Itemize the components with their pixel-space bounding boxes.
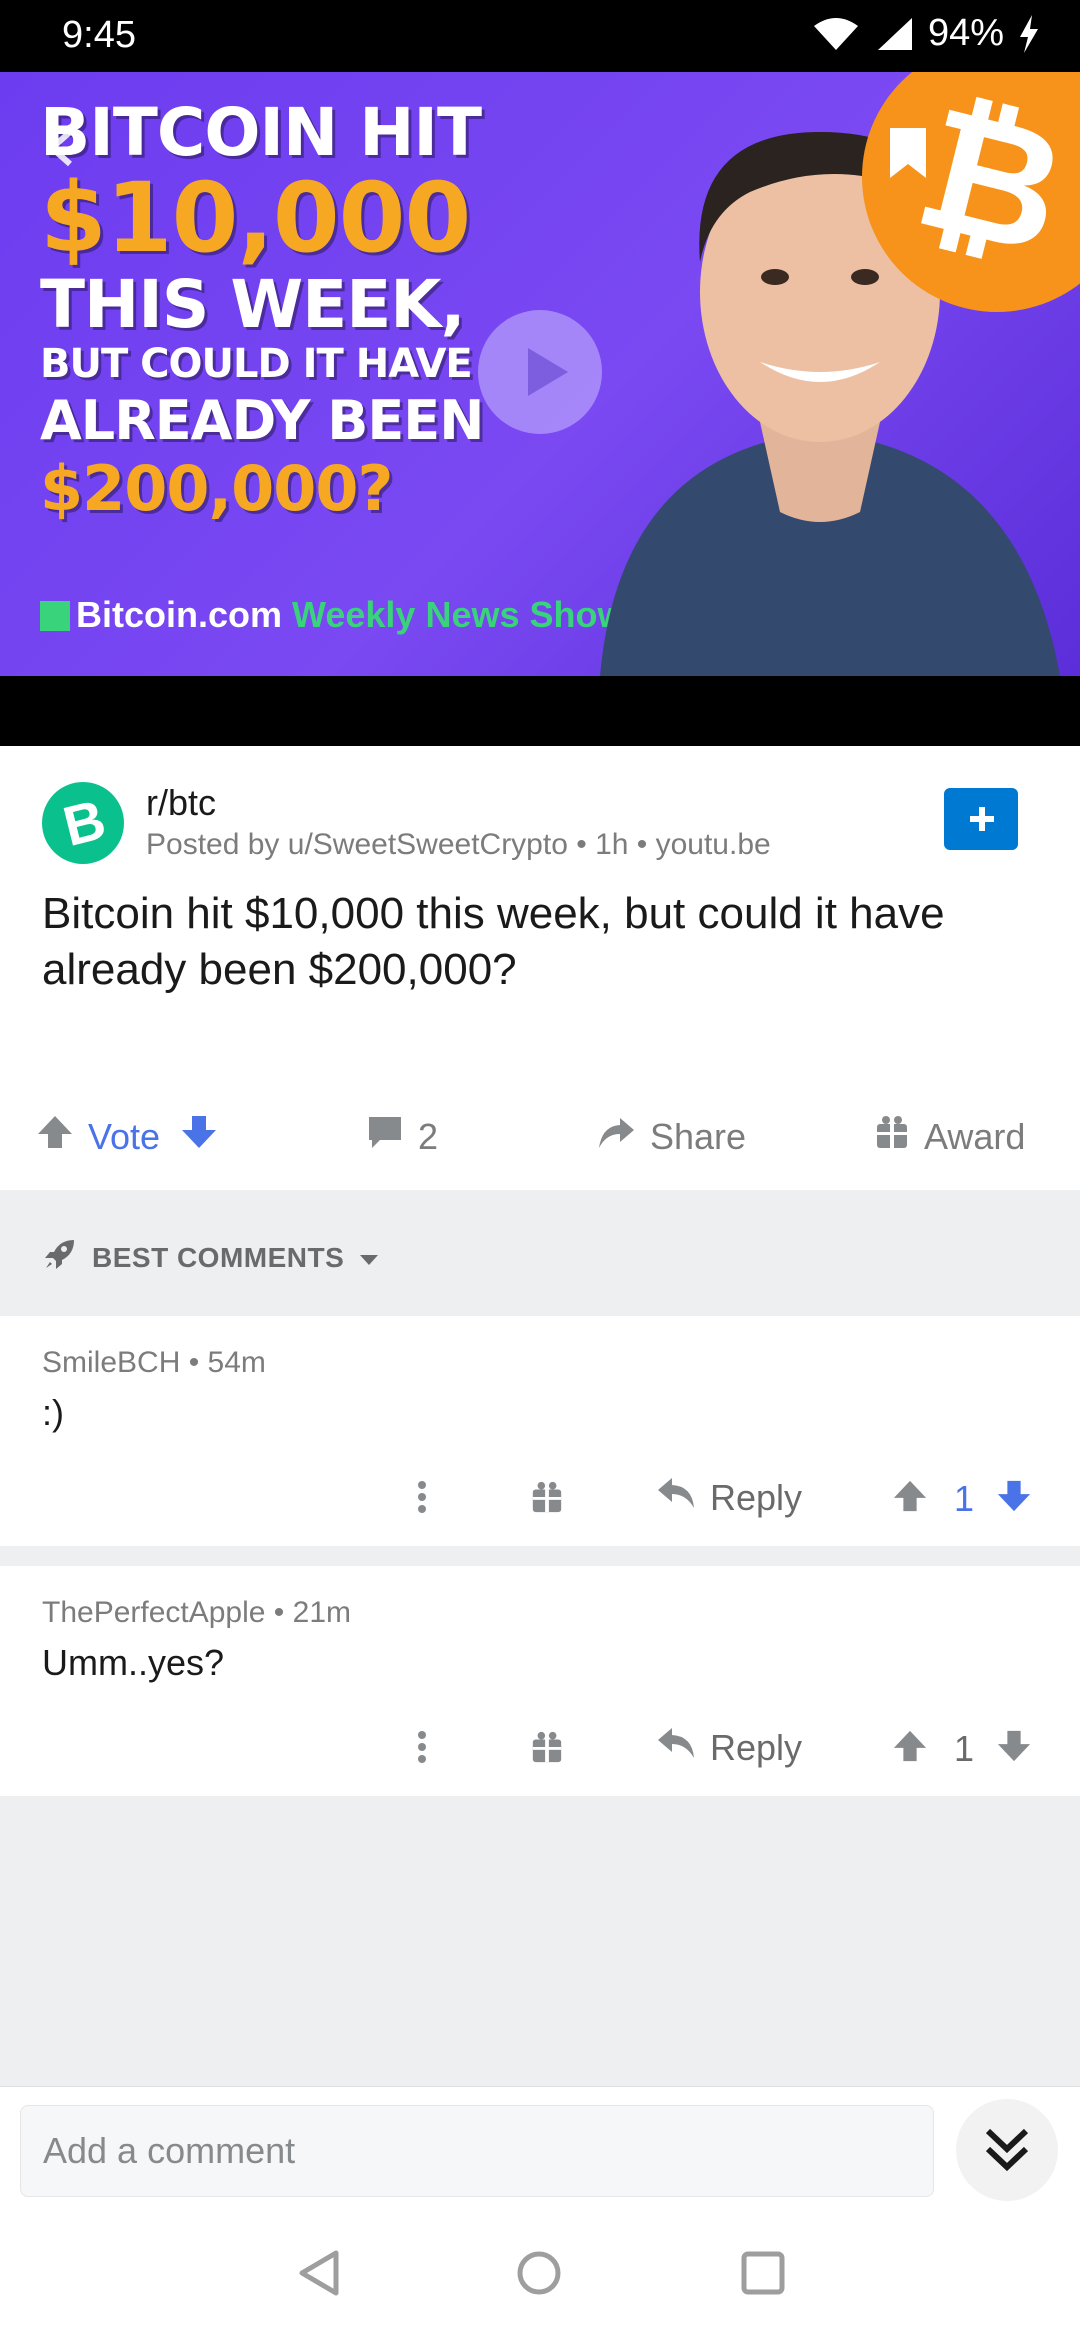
status-right: 94% — [812, 12, 1040, 55]
comment-actions: Reply 1 — [0, 1472, 1080, 1532]
battery-percent: 94% — [927, 12, 1004, 54]
comment-count: 2 — [418, 1115, 439, 1157]
video-thumbnail: BITCOIN HIT $10,000 THIS WEEK, BUT COULD… — [0, 72, 1080, 676]
video-player[interactable]: BITCOIN HIT $10,000 THIS WEEK, BUT COULD… — [0, 72, 1080, 746]
headline-line: BUT COULD IT HAVE — [40, 341, 473, 387]
comments-button[interactable]: 2 — [366, 1114, 438, 1159]
share-icon — [596, 1114, 636, 1159]
empty-area — [0, 1796, 1080, 2086]
double-chevron-down-icon — [985, 2128, 1029, 2172]
subreddit-avatar[interactable]: B — [42, 782, 124, 864]
nav-back-icon[interactable] — [296, 2248, 342, 2303]
rocket-icon — [42, 1236, 78, 1279]
jump-to-next-button[interactable] — [956, 2099, 1058, 2201]
upvote-icon[interactable] — [892, 1728, 928, 1769]
nav-recents-icon[interactable] — [738, 2248, 788, 2303]
comment-body: :) — [42, 1392, 64, 1433]
vote-label: Vote — [88, 1115, 161, 1157]
comment-actions: Reply 1 — [0, 1722, 1080, 1782]
upvote-icon[interactable] — [892, 1478, 928, 1519]
reply-icon — [656, 1726, 696, 1769]
sort-dropdown[interactable]: BEST COMMENTS — [42, 1236, 380, 1279]
comment: SmileBCH • 54m :) Reply 1 — [0, 1316, 1080, 1546]
more-options-icon[interactable] — [414, 1472, 430, 1527]
share-label: Share — [650, 1115, 747, 1157]
downvote-icon[interactable] — [180, 1114, 218, 1159]
headline-line: ALREADY BEEN — [40, 389, 484, 452]
play-button[interactable] — [478, 310, 602, 434]
thumbnail-headline: BITCOIN HIT $10,000 THIS WEEK, BUT COULD… — [40, 100, 500, 520]
vote-group: Vote — [36, 1114, 218, 1159]
brand-site: Bitcoin.com — [76, 594, 283, 635]
comment: ThePerfectApple • 21m Umm..yes? Reply 1 — [0, 1566, 1080, 1796]
nav-home-icon[interactable] — [514, 2248, 564, 2303]
reply-label: Reply — [710, 1726, 803, 1768]
headline-line: THIS WEEK, — [40, 266, 466, 343]
comment-icon — [366, 1114, 404, 1159]
gift-icon[interactable] — [530, 1730, 564, 1769]
award-label: Award — [924, 1115, 1026, 1157]
status-bar: 9:45 94% — [0, 0, 1080, 72]
share-button[interactable]: Share — [596, 1114, 746, 1159]
bitcoin-cash-icon: B — [56, 787, 112, 858]
reply-button[interactable]: Reply — [656, 1726, 802, 1769]
more-options-icon[interactable] — [414, 1722, 430, 1777]
sort-label: BEST COMMENTS — [92, 1241, 345, 1273]
back-arrow-icon[interactable] — [44, 128, 84, 173]
gift-icon — [874, 1114, 910, 1159]
headline-line: BITCOIN HIT — [40, 94, 482, 171]
system-nav-bar — [0, 2210, 1080, 2340]
comment-divider — [0, 1546, 1080, 1566]
bitcoin-com-logo-icon — [40, 601, 70, 631]
reply-button[interactable]: Reply — [656, 1476, 802, 1519]
status-time: 9:45 — [62, 14, 136, 56]
comment-body: Umm..yes? — [42, 1642, 225, 1683]
downvote-icon[interactable] — [996, 1728, 1032, 1769]
bookmark-icon[interactable] — [888, 126, 928, 185]
comment-sort-bar: BEST COMMENTS — [0, 1190, 1080, 1316]
charging-icon — [1018, 14, 1040, 53]
thumbnail-brand: Bitcoin.com Weekly News Show — [40, 594, 626, 636]
reply-label: Reply — [710, 1476, 803, 1518]
comment-input[interactable] — [20, 2105, 934, 2197]
downvote-icon[interactable] — [996, 1478, 1032, 1519]
award-button[interactable]: Award — [874, 1114, 1025, 1159]
comment-score: 1 — [954, 1478, 975, 1519]
comment-meta: ThePerfectApple • 21m — [42, 1596, 351, 1629]
post-meta: Posted by u/SweetSweetCrypto • 1h • yout… — [146, 828, 771, 861]
headline-line: $200,000? — [40, 452, 394, 525]
comment-input-bar — [0, 2086, 1080, 2210]
upvote-icon[interactable] — [36, 1114, 74, 1159]
post-actions: Vote 2 Share Award — [0, 1084, 1080, 1188]
wifi-icon — [812, 16, 860, 52]
gift-icon[interactable] — [530, 1480, 564, 1519]
comment-score: 1 — [954, 1728, 975, 1769]
headline-line: $10,000 — [40, 162, 471, 274]
reply-icon — [656, 1476, 696, 1519]
chevron-down-icon — [358, 1242, 380, 1274]
join-button[interactable] — [944, 788, 1018, 850]
subreddit-name[interactable]: r/btc — [146, 782, 216, 824]
comment-meta: SmileBCH • 54m — [42, 1346, 266, 1379]
signal-icon — [874, 16, 914, 52]
post-title: Bitcoin hit $10,000 this week, but could… — [42, 889, 945, 994]
post-card: B r/btc Posted by u/SweetSweetCrypto • 1… — [0, 746, 1080, 1190]
